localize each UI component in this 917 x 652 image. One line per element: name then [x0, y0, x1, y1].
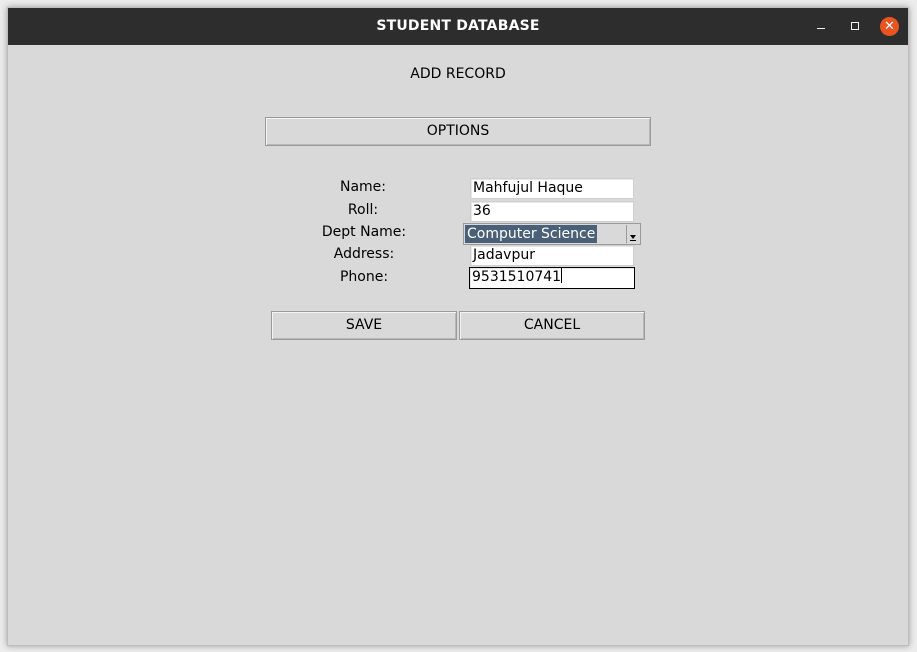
roll-label: Roll: [347, 202, 379, 218]
save-button[interactable]: SAVE [271, 311, 457, 340]
title-bar[interactable]: STUDENT DATABASE ✕ [8, 8, 908, 45]
cancel-button[interactable]: CANCEL [459, 311, 645, 340]
window-title: STUDENT DATABASE [376, 18, 540, 34]
address-label: Address: [333, 246, 395, 262]
maximize-icon[interactable] [846, 17, 865, 36]
dept-label: Dept Name: [321, 224, 407, 240]
roll-field[interactable]: 36 [470, 201, 634, 222]
dept-combobox[interactable]: Computer Science [463, 223, 641, 245]
phone-field[interactable]: 9531510741 [469, 267, 635, 289]
app-window: STUDENT DATABASE ✕ ADD RECORD OPTIONS Na… [7, 7, 909, 646]
minimize-icon[interactable] [812, 17, 831, 36]
chevron-down-icon[interactable] [626, 225, 639, 243]
address-field[interactable]: Jadavpur [470, 245, 634, 266]
page-heading: ADD RECORD [410, 66, 506, 82]
options-button[interactable]: OPTIONS [265, 117, 651, 146]
dept-selected-value: Computer Science [465, 225, 598, 243]
name-field[interactable]: Mahfujul Haque [470, 178, 634, 199]
close-icon[interactable]: ✕ [880, 17, 899, 36]
phone-label: Phone: [339, 269, 389, 285]
phone-value: 9531510741 [472, 269, 562, 285]
text-cursor [561, 268, 563, 283]
name-label: Name: [339, 179, 387, 195]
